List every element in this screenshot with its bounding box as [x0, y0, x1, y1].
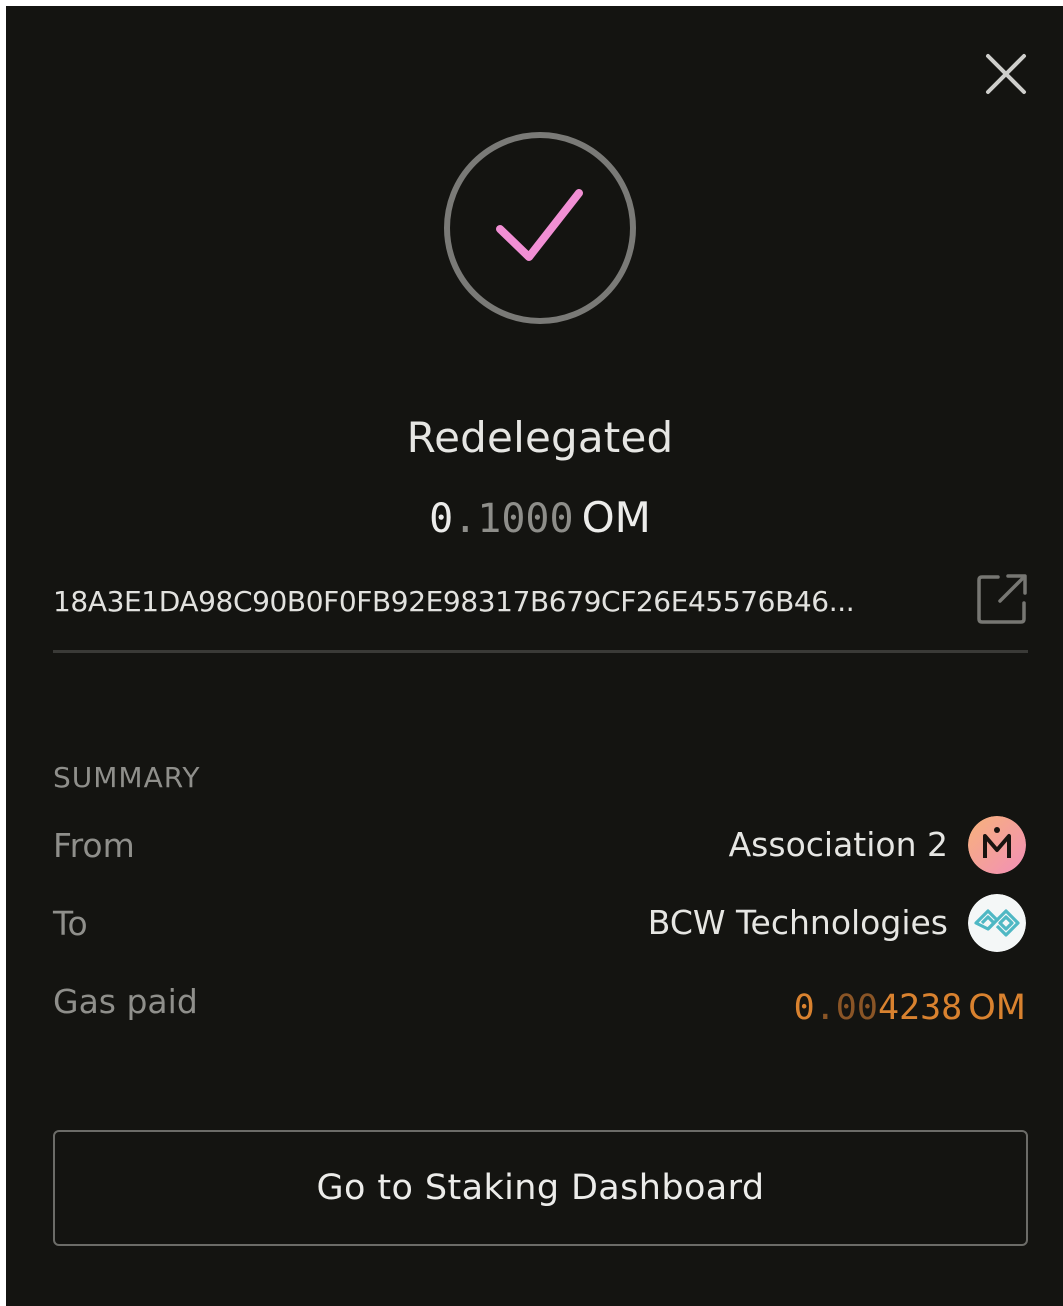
status-title: Redelegated	[406, 413, 674, 462]
from-validator: Association 2	[729, 816, 1026, 874]
check-icon	[444, 132, 636, 324]
gas-paid-value: 0.004238 OM	[793, 988, 1026, 1028]
summary-heading: SUMMARY	[53, 761, 201, 794]
association-avatar	[968, 816, 1026, 874]
to-validator-name: BCW Technologies	[647, 903, 948, 942]
gas-label: Gas paid	[53, 982, 198, 1021]
close-button[interactable]	[984, 52, 1028, 96]
view-transaction-button[interactable]	[976, 571, 1030, 625]
close-icon	[986, 54, 1026, 94]
divider	[53, 650, 1028, 653]
redelegate-success-modal: Redelegated 0.1000 OM 18A3E1DA98C90B0F0FB…	[6, 6, 1063, 1306]
from-label: From	[53, 826, 135, 865]
to-validator: BCW Technologies	[648, 894, 1026, 952]
transaction-hash-row: 18A3E1DA98C90B0F0FB92E98317B679CF26E4557…	[53, 571, 1028, 633]
external-link-icon	[977, 574, 1027, 624]
transaction-hash: 18A3E1DA98C90B0F0FB92E98317B679CF26E4557…	[53, 585, 855, 618]
bcw-avatar	[968, 894, 1026, 952]
amount-unit: OM	[581, 493, 651, 542]
amount-value: 0.1000	[429, 496, 574, 542]
go-to-staking-dashboard-button[interactable]: Go to Staking Dashboard	[53, 1130, 1028, 1246]
to-label: To	[53, 904, 88, 943]
redelegated-amount: 0.1000 OM	[6, 490, 1063, 547]
from-validator-name: Association 2	[728, 825, 948, 864]
success-indicator	[443, 131, 637, 325]
